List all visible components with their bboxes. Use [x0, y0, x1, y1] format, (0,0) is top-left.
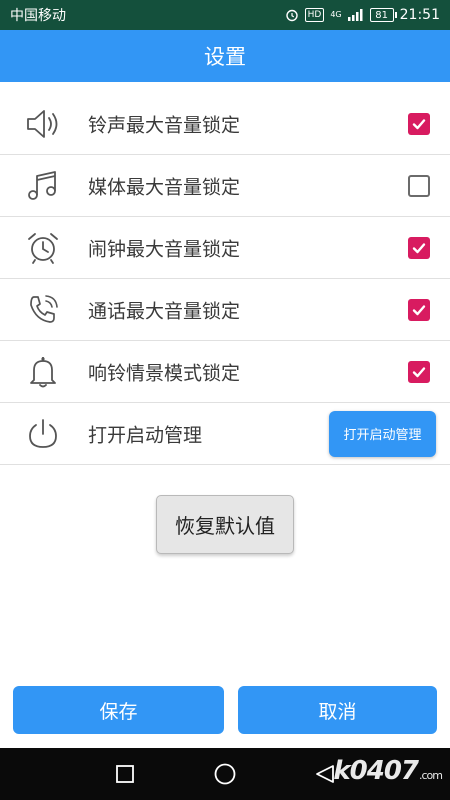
watermark-suffix: .com — [419, 769, 443, 782]
navigation-bar: k0407.com — [0, 748, 450, 800]
restore-defaults-button[interactable]: 恢复默认值 — [156, 495, 294, 554]
media-lock-checkbox[interactable] — [408, 174, 430, 197]
alarm-clock-icon — [22, 227, 64, 269]
carrier-label: 中国移动 — [10, 8, 66, 24]
status-bar: 中国移动 HD 4G 81 21:51 — [0, 0, 450, 30]
speaker-icon — [22, 103, 64, 145]
settings-list: 铃声最大音量锁定 媒体最大音量锁定 闹钟最大音量锁定 通话最大音量锁定 响铃情景… — [0, 93, 450, 465]
network-badge: 4G — [330, 10, 342, 19]
ring-profile-lock-checkbox[interactable] — [408, 360, 430, 383]
hd-badge: HD — [304, 8, 325, 22]
page-title: 设置 — [204, 45, 246, 69]
watermark-logo: k0407.com — [333, 756, 443, 786]
signal-icon — [347, 9, 364, 21]
setting-label: 闹钟最大音量锁定 — [88, 238, 241, 260]
setting-label: 通话最大音量锁定 — [88, 300, 241, 322]
cancel-button[interactable]: 取消 — [238, 686, 437, 734]
recent-apps-icon[interactable] — [112, 761, 138, 787]
call-lock-checkbox[interactable] — [408, 298, 430, 321]
alarm-status-icon — [285, 8, 299, 22]
setting-row-media-lock[interactable]: 媒体最大音量锁定 — [0, 155, 450, 217]
setting-row-startup-management: 打开启动管理 打开启动管理 — [0, 403, 450, 465]
setting-label: 媒体最大音量锁定 — [88, 176, 241, 198]
setting-label: 铃声最大音量锁定 — [88, 114, 241, 136]
status-icons: HD 4G 81 21:51 — [285, 7, 440, 23]
battery-icon: 81 — [369, 8, 397, 22]
ringtone-lock-checkbox[interactable] — [408, 112, 430, 135]
save-button[interactable]: 保存 — [13, 686, 224, 734]
setting-label: 打开启动管理 — [88, 424, 203, 446]
home-icon[interactable] — [212, 761, 238, 787]
power-icon — [22, 413, 64, 455]
setting-row-call-lock[interactable]: 通话最大音量锁定 — [0, 279, 450, 341]
setting-label: 响铃情景模式锁定 — [88, 362, 241, 384]
setting-row-alarm-lock[interactable]: 闹钟最大音量锁定 — [0, 217, 450, 279]
setting-row-ring-profile-lock[interactable]: 响铃情景模式锁定 — [0, 341, 450, 403]
setting-row-ringtone-lock[interactable]: 铃声最大音量锁定 — [0, 93, 450, 155]
clock-time: 21:51 — [399, 7, 440, 23]
alarm-lock-checkbox[interactable] — [408, 236, 430, 259]
open-startup-management-button[interactable]: 打开启动管理 — [329, 410, 436, 457]
bell-icon — [22, 351, 64, 393]
music-note-icon — [22, 165, 64, 207]
app-bar: 设置 — [0, 30, 450, 82]
phone-icon — [22, 289, 64, 331]
watermark-text: k0407 — [333, 756, 419, 786]
